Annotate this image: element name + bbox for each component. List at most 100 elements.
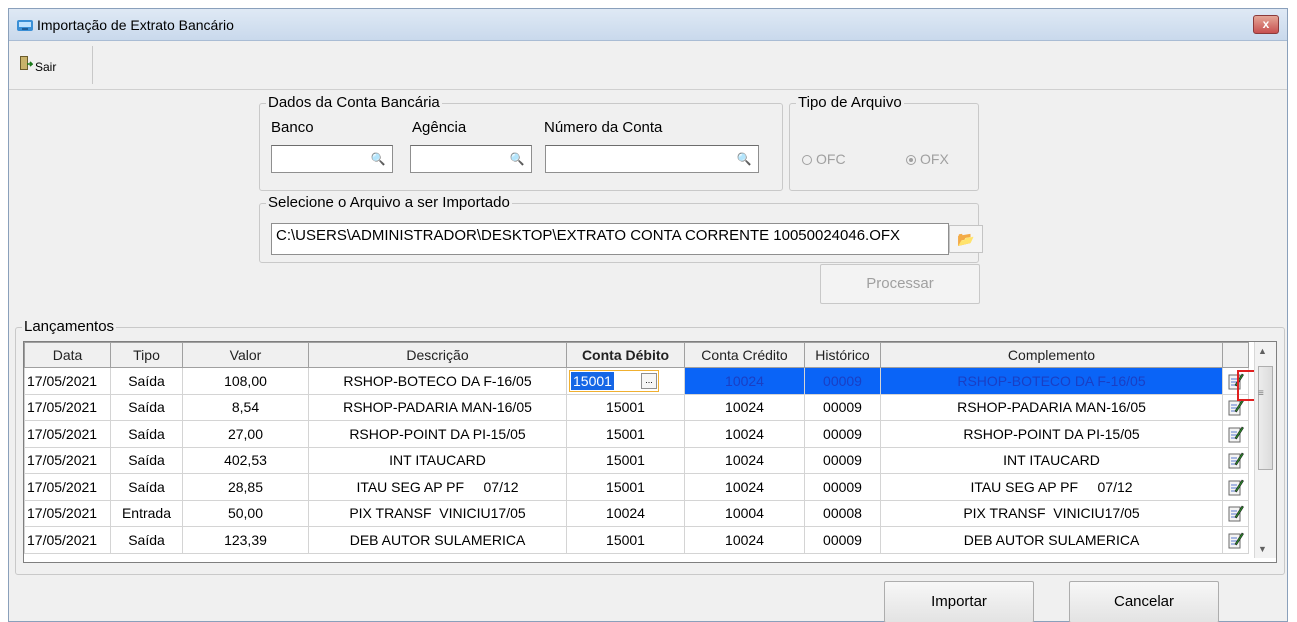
cell-complemento[interactable]: INT ITAUCARD <box>880 446 1223 474</box>
cell-conta-credito[interactable]: 10024 <box>684 526 805 554</box>
table-row[interactable]: 17/05/2021 Saída 28,85 ITAU SEG AP PF 07… <box>24 473 1249 501</box>
cell-conta-debito[interactable]: 10024 <box>566 499 685 527</box>
cell-descricao[interactable]: RSHOP-POINT DA PI-15/05 <box>308 420 567 448</box>
cell-conta-debito[interactable]: 15001 <box>566 393 685 421</box>
scroll-up-icon[interactable]: ▲ <box>1258 346 1267 356</box>
cell-tipo[interactable]: Saída <box>110 393 183 421</box>
cell-edit-action[interactable] <box>1222 499 1249 527</box>
cell-tipo[interactable]: Saída <box>110 420 183 448</box>
binoculars-icon[interactable]: 🔍 <box>732 148 756 170</box>
cell-complemento[interactable]: PIX TRANSF VINICIU17/05 <box>880 499 1223 527</box>
banco-field[interactable]: 🔍 <box>271 145 393 173</box>
cell-tipo[interactable]: Saída <box>110 526 183 554</box>
cell-tipo[interactable]: Saída <box>110 367 183 395</box>
cell-edit-action[interactable] <box>1222 420 1249 448</box>
edit-note-icon[interactable] <box>1228 504 1244 522</box>
processar-button[interactable]: Processar <box>820 264 980 304</box>
radio-ofc[interactable]: OFC <box>802 151 846 167</box>
vertical-scrollbar[interactable]: ▲ ≡ ▼ <box>1254 342 1276 558</box>
edit-note-icon[interactable] <box>1228 451 1244 469</box>
cell-complemento[interactable]: DEB AUTOR SULAMERICA <box>880 526 1223 554</box>
scroll-thumb[interactable] <box>1258 366 1273 470</box>
cell-complemento[interactable]: RSHOP-POINT DA PI-15/05 <box>880 420 1223 448</box>
cell-valor[interactable]: 108,00 <box>182 367 309 395</box>
cell-historico[interactable]: 00009 <box>804 473 881 501</box>
cell-descricao[interactable]: PIX TRANSF VINICIU17/05 <box>308 499 567 527</box>
cell-edit-action[interactable] <box>1222 473 1249 501</box>
cell-valor[interactable]: 8,54 <box>182 393 309 421</box>
cell-data[interactable]: 17/05/2021 <box>24 446 111 474</box>
cell-conta-credito[interactable]: 10004 <box>684 499 805 527</box>
cell-descricao[interactable]: DEB AUTOR SULAMERICA <box>308 526 567 554</box>
cell-tipo[interactable]: Entrada <box>110 499 183 527</box>
cell-valor[interactable]: 402,53 <box>182 446 309 474</box>
cell-conta-debito-editor[interactable]: 15001 ... <box>566 367 685 395</box>
cell-conta-credito[interactable]: 10024 <box>684 367 805 395</box>
cell-descricao[interactable]: RSHOP-PADARIA MAN-16/05 <box>308 393 567 421</box>
cell-descricao[interactable]: INT ITAUCARD <box>308 446 567 474</box>
cell-complemento[interactable]: RSHOP-BOTECO DA F-16/05 <box>880 367 1223 395</box>
cell-descricao[interactable]: ITAU SEG AP PF 07/12 <box>308 473 567 501</box>
edit-note-icon[interactable] <box>1228 398 1244 416</box>
conta-debito-input[interactable]: 15001 ... <box>569 370 659 392</box>
table-row[interactable]: 17/05/2021 Saída 123,39 DEB AUTOR SULAME… <box>24 526 1249 554</box>
binoculars-icon[interactable]: 🔍 <box>505 148 529 170</box>
cell-tipo[interactable]: Saída <box>110 473 183 501</box>
sair-button[interactable]: Sair <box>13 46 93 84</box>
col-header-conta-credito[interactable]: Conta Crédito <box>684 342 805 368</box>
cell-historico[interactable]: 00009 <box>804 526 881 554</box>
file-path-field[interactable]: C:\USERS\ADMINISTRADOR\DESKTOP\EXTRATO C… <box>271 223 949 255</box>
cell-data[interactable]: 17/05/2021 <box>24 473 111 501</box>
cell-historico[interactable]: 00009 <box>804 393 881 421</box>
scroll-down-icon[interactable]: ▼ <box>1258 544 1267 554</box>
cell-data[interactable]: 17/05/2021 <box>24 367 111 395</box>
cell-conta-debito[interactable]: 15001 <box>566 473 685 501</box>
table-row[interactable]: 17/05/2021 Saída 27,00 RSHOP-POINT DA PI… <box>24 420 1249 448</box>
table-row[interactable]: 17/05/2021 Saída 8,54 RSHOP-PADARIA MAN-… <box>24 393 1249 421</box>
cell-conta-credito[interactable]: 10024 <box>684 420 805 448</box>
cell-historico[interactable]: 00009 <box>804 420 881 448</box>
cell-data[interactable]: 17/05/2021 <box>24 499 111 527</box>
cell-edit-action[interactable] <box>1222 526 1249 554</box>
table-row[interactable]: 17/05/2021 Entrada 50,00 PIX TRANSF VINI… <box>24 499 1249 527</box>
cancelar-button[interactable]: Cancelar <box>1069 581 1219 622</box>
close-button[interactable]: x <box>1253 15 1279 34</box>
edit-note-icon[interactable] <box>1228 425 1244 443</box>
cell-tipo[interactable]: Saída <box>110 446 183 474</box>
cell-conta-credito[interactable]: 10024 <box>684 446 805 474</box>
cell-historico[interactable]: 00009 <box>804 446 881 474</box>
cell-complemento[interactable]: RSHOP-PADARIA MAN-16/05 <box>880 393 1223 421</box>
ellipsis-icon[interactable]: ... <box>641 373 657 389</box>
binoculars-icon[interactable]: 🔍 <box>366 148 390 170</box>
open-folder-icon[interactable]: 📂 <box>949 225 983 253</box>
cell-descricao[interactable]: RSHOP-BOTECO DA F-16/05 <box>308 367 567 395</box>
radio-ofx[interactable]: OFX <box>906 151 949 167</box>
col-header-descricao[interactable]: Descrição <box>308 342 567 368</box>
cell-data[interactable]: 17/05/2021 <box>24 420 111 448</box>
cell-conta-debito[interactable]: 15001 <box>566 526 685 554</box>
cell-valor[interactable]: 123,39 <box>182 526 309 554</box>
cell-data[interactable]: 17/05/2021 <box>24 526 111 554</box>
col-header-data[interactable]: Data <box>24 342 111 368</box>
cell-data[interactable]: 17/05/2021 <box>24 393 111 421</box>
col-header-conta-debito[interactable]: Conta Débito <box>566 342 685 368</box>
cell-valor[interactable]: 50,00 <box>182 499 309 527</box>
cell-conta-credito[interactable]: 10024 <box>684 393 805 421</box>
col-header-complemento[interactable]: Complemento <box>880 342 1223 368</box>
importar-button[interactable]: Importar <box>884 581 1034 622</box>
cell-historico[interactable]: 00009 <box>804 367 881 395</box>
agencia-field[interactable]: 🔍 <box>410 145 532 173</box>
edit-note-icon[interactable] <box>1228 531 1244 549</box>
cell-complemento[interactable]: ITAU SEG AP PF 07/12 <box>880 473 1223 501</box>
col-header-historico[interactable]: Histórico <box>804 342 881 368</box>
cell-conta-credito[interactable]: 10024 <box>684 473 805 501</box>
cell-historico[interactable]: 00008 <box>804 499 881 527</box>
cell-valor[interactable]: 27,00 <box>182 420 309 448</box>
cell-edit-action[interactable] <box>1222 446 1249 474</box>
col-header-valor[interactable]: Valor <box>182 342 309 368</box>
table-row[interactable]: 17/05/2021 Saída 402,53 INT ITAUCARD 150… <box>24 446 1249 474</box>
col-header-tipo[interactable]: Tipo <box>110 342 183 368</box>
cell-conta-debito[interactable]: 15001 <box>566 446 685 474</box>
edit-note-icon[interactable] <box>1228 478 1244 496</box>
cell-valor[interactable]: 28,85 <box>182 473 309 501</box>
